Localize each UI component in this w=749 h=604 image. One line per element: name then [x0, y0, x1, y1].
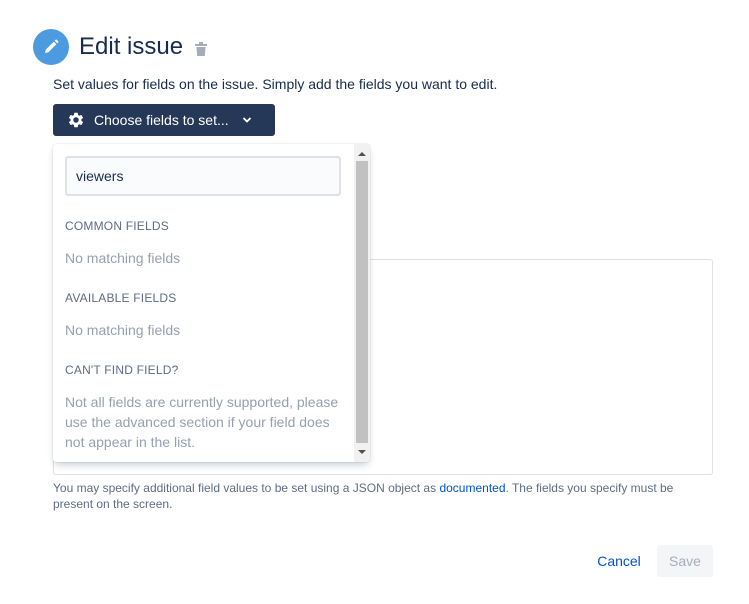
dropdown-scrollbar[interactable]	[354, 144, 370, 462]
trash-icon[interactable]	[195, 42, 208, 56]
scroll-up-icon[interactable]	[354, 146, 370, 162]
header: Edit issue	[33, 29, 208, 65]
field-search-input[interactable]	[65, 156, 341, 196]
save-button[interactable]: Save	[657, 545, 713, 577]
page-title: Edit issue	[79, 33, 184, 60]
help-text-before: You may specify additional field values …	[53, 481, 440, 495]
scrollbar-thumb[interactable]	[356, 161, 368, 443]
common-fields-empty: No matching fields	[65, 250, 181, 266]
available-fields-heading: AVAILABLE FIELDS	[65, 291, 177, 305]
cancel-button[interactable]: Cancel	[586, 545, 652, 577]
json-help-text: You may specify additional field values …	[53, 480, 713, 512]
gear-icon	[67, 111, 85, 129]
available-fields-empty: No matching fields	[65, 322, 181, 338]
pencil-icon	[33, 29, 69, 65]
subtitle: Set values for fields on the issue. Simp…	[53, 76, 498, 92]
common-fields-heading: COMMON FIELDS	[65, 219, 169, 233]
choose-fields-label: Choose fields to set...	[94, 112, 229, 128]
choose-fields-button[interactable]: Choose fields to set...	[53, 104, 275, 136]
scroll-down-icon[interactable]	[354, 444, 370, 460]
chevron-down-icon	[242, 115, 252, 125]
cant-find-text: Not all fields are currently supported, …	[65, 394, 339, 450]
documented-link[interactable]: documented	[439, 481, 505, 495]
fields-dropdown: COMMON FIELDS No matching fields AVAILAB…	[53, 144, 370, 462]
cant-find-heading: CAN'T FIND FIELD?	[65, 363, 179, 377]
